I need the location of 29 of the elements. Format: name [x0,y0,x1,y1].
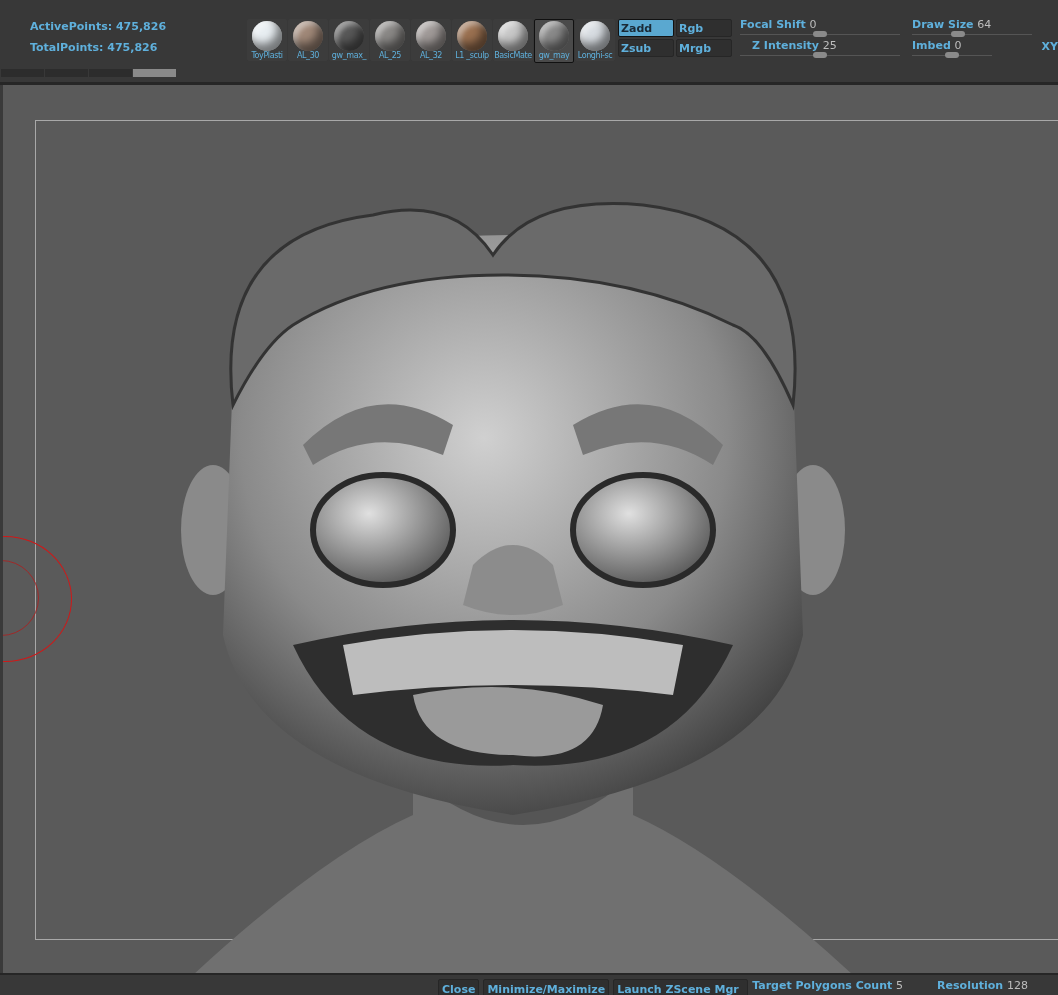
slider-thumb[interactable] [950,31,965,37]
mode-button[interactable]: Zadd [618,19,674,37]
material-swatch[interactable]: gw_may [534,19,574,63]
slider-label: Focal Shift 0 [740,18,818,31]
bottom-bar-button[interactable]: Close [438,979,480,995]
mode-button[interactable]: Rgb [676,19,732,37]
bottom-bar-button[interactable]: Minimize/Maximize [483,979,610,995]
point-count: ActivePoints: 475,826 [30,20,168,33]
mode-button[interactable]: Mrgb [676,39,732,57]
slider-thumb[interactable] [813,52,827,58]
axis-label: XY [1041,40,1058,53]
mode-button[interactable]: Zsub [618,39,674,57]
setting-field[interactable]: Resolution 128 [937,979,1028,992]
material-swatch[interactable]: AL_25 [370,19,410,61]
slider-label: Imbed 0 [912,39,963,52]
material-swatch[interactable]: AL_32 [411,19,451,61]
bottom-bar-button[interactable]: Launch ZScene Mgr [613,979,749,995]
slider-thumb[interactable] [945,52,959,58]
material-swatch[interactable]: gw_max_ [329,19,369,61]
slider-thumb[interactable] [813,31,827,37]
material-swatch[interactable]: L1 _sculp [452,19,492,61]
material-swatch[interactable]: AL_30 [288,19,328,61]
material-swatch[interactable]: ToyPlasti [247,19,287,61]
setting-field[interactable]: Target Polygons Count 5 [752,979,904,992]
material-swatch[interactable]: BasicMate [493,19,533,61]
point-count: TotalPoints: 475,826 [30,41,159,54]
slider-label: Draw Size 64 [912,18,993,31]
material-swatch[interactable]: Longhi-sc [575,19,615,61]
slider-label: Z Intensity 25 [751,39,838,52]
